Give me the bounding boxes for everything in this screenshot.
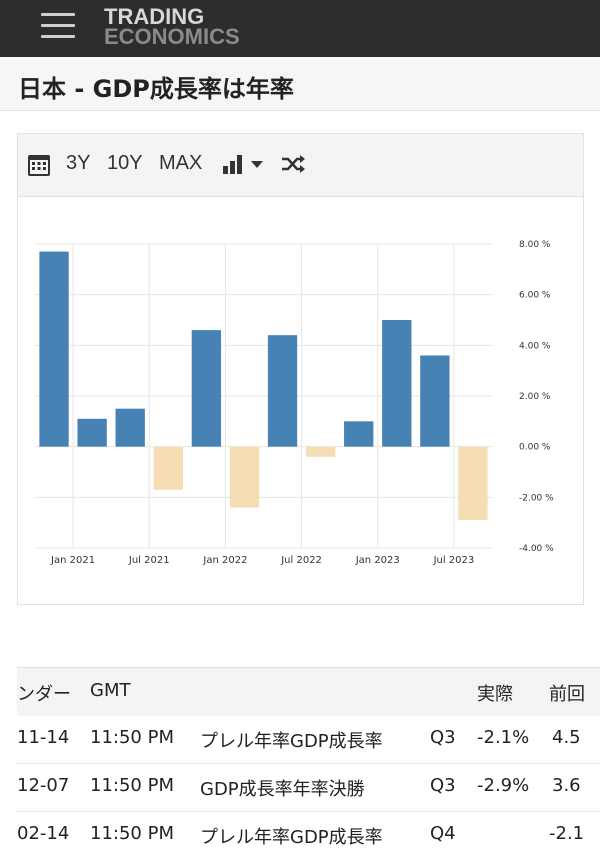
title-bar: 日本 - GDP成長率は年率 bbox=[0, 57, 600, 111]
y-tick-label: 2.00 % bbox=[519, 392, 551, 402]
chart-bar bbox=[458, 446, 488, 521]
range-max-button[interactable]: MAX bbox=[159, 152, 202, 175]
shuffle-icon[interactable] bbox=[280, 152, 306, 176]
chart-bar bbox=[267, 335, 298, 447]
table-row[interactable]: 11-14 11:50 PM プレル年率GDP成長率 Q3 -2.1% 4.5 bbox=[17, 716, 600, 764]
x-tick-label: Jan 2022 bbox=[202, 555, 247, 566]
y-tick-label: -4.00 % bbox=[519, 544, 554, 554]
x-tick-label: Jul 2023 bbox=[433, 555, 475, 566]
top-navigation-bar: TRADING ECONOMICS bbox=[0, 0, 600, 57]
row-period: Q3 bbox=[430, 727, 456, 748]
chart-bar bbox=[344, 421, 374, 447]
calendar-icon[interactable] bbox=[27, 153, 51, 177]
menu-icon[interactable] bbox=[41, 13, 75, 39]
row-date: 12-07 bbox=[17, 775, 70, 796]
x-tick-label: Jan 2023 bbox=[355, 555, 400, 566]
row-previous: 3.6 bbox=[552, 775, 581, 796]
chart-toolbar: 3Y 10Y MAX bbox=[18, 134, 583, 197]
table-row[interactable]: 12-07 11:50 PM GDP成長率年率決勝 Q3 -2.9% 3.6 bbox=[17, 764, 600, 812]
y-tick-label: 4.00 % bbox=[519, 341, 551, 351]
calendar-table: ンダー GMT 実際 前回 11-14 11:50 PM プレル年率GDP成長率… bbox=[17, 667, 600, 852]
y-tick-label: 6.00 % bbox=[519, 291, 551, 301]
row-actual: -2.1% bbox=[477, 727, 530, 748]
y-tick-label: -2.00 % bbox=[519, 493, 554, 503]
row-actual: -2.9% bbox=[477, 775, 530, 796]
x-tick-label: Jan 2021 bbox=[50, 555, 95, 566]
row-period: Q3 bbox=[430, 775, 456, 796]
chart-bar bbox=[77, 418, 107, 447]
table-row[interactable]: 02-14 11:50 PM プレル年率GDP成長率 Q4 -2.1 bbox=[17, 812, 600, 852]
chart-bar bbox=[420, 355, 450, 447]
page-title: 日本 - GDP成長率は年率 bbox=[18, 75, 294, 103]
row-date: 02-14 bbox=[17, 823, 70, 844]
row-date: 11-14 bbox=[17, 727, 70, 748]
row-event[interactable]: GDP成長率年率決勝 bbox=[200, 775, 365, 801]
chart-bar bbox=[229, 446, 260, 508]
bar-chart-icon[interactable] bbox=[222, 153, 244, 175]
y-tick-label: 0.00 % bbox=[519, 443, 551, 453]
row-time: 11:50 PM bbox=[90, 775, 174, 796]
row-previous: 4.5 bbox=[552, 727, 581, 748]
header-actual[interactable]: 実際 bbox=[477, 680, 513, 706]
header-gmt[interactable]: GMT bbox=[90, 680, 130, 701]
chart-bar bbox=[305, 446, 336, 457]
chart-bar bbox=[115, 408, 145, 447]
row-previous: -2.1 bbox=[549, 823, 585, 844]
header-previous[interactable]: 前回 bbox=[549, 680, 585, 706]
chart-bar bbox=[191, 330, 222, 447]
y-tick-label: 8.00 % bbox=[519, 240, 551, 250]
logo-line-2: ECONOMICS bbox=[104, 24, 240, 49]
row-period: Q4 bbox=[430, 823, 456, 844]
table-header-row: ンダー GMT 実際 前回 bbox=[17, 668, 600, 717]
chart-panel: 3Y 10Y MAX 8.00 % 6.00 % 4.00 % 2.00 % 0.00 … bbox=[17, 133, 584, 605]
range-3y-button[interactable]: 3Y bbox=[66, 152, 90, 175]
x-tick-label: Jul 2022 bbox=[280, 555, 322, 566]
trading-economics-logo[interactable]: TRADING ECONOMICS bbox=[104, 6, 240, 48]
x-tick-label: Jul 2021 bbox=[128, 555, 170, 566]
row-event[interactable]: プレル年率GDP成長率 bbox=[200, 727, 383, 753]
chart-bar bbox=[382, 320, 412, 447]
range-10y-button[interactable]: 10Y bbox=[107, 152, 143, 175]
chart-bar bbox=[39, 251, 69, 447]
row-time: 11:50 PM bbox=[90, 823, 174, 844]
chevron-down-icon[interactable] bbox=[251, 161, 263, 168]
chart-bar bbox=[153, 446, 183, 490]
header-calendar[interactable]: ンダー bbox=[17, 680, 71, 706]
gdp-bar-chart: 8.00 % 6.00 % 4.00 % 2.00 % 0.00 % -2.00 % -4.… bbox=[35, 240, 554, 566]
row-time: 11:50 PM bbox=[90, 727, 174, 748]
row-event[interactable]: プレル年率GDP成長率 bbox=[200, 823, 383, 849]
